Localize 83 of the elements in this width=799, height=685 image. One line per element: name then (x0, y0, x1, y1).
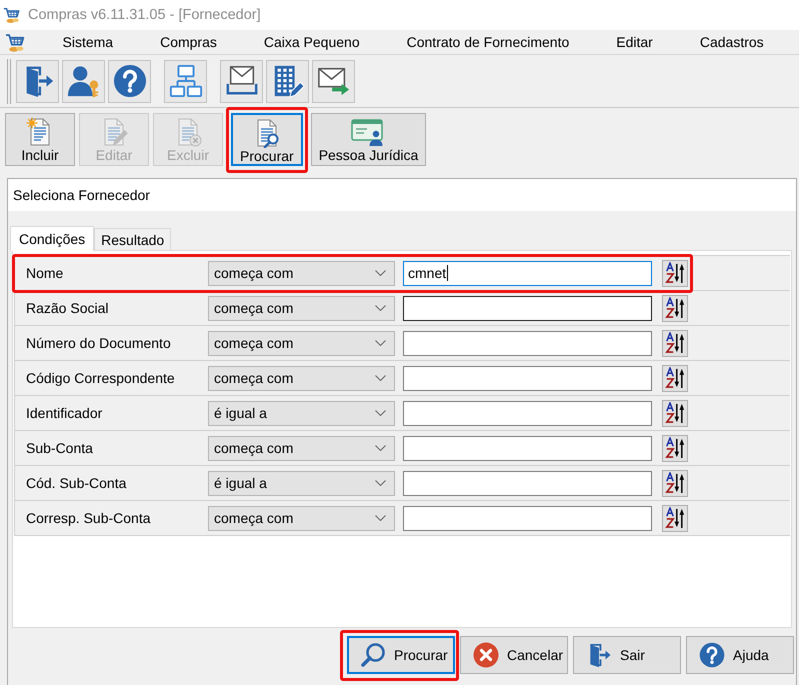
menu-item[interactable]: Caixa Pequeno (264, 33, 360, 51)
menu-item[interactable]: Cadastros (700, 33, 764, 51)
operator-dropdown[interactable]: começa com (208, 436, 395, 460)
chevron-down-icon (375, 480, 386, 486)
input-field[interactable] (403, 330, 652, 356)
input-field[interactable] (403, 506, 652, 530)
input-field[interactable] (403, 436, 652, 460)
sort-button[interactable] (662, 330, 688, 356)
cancel-icon (473, 642, 499, 668)
input-field[interactable] (403, 470, 652, 496)
menu-item[interactable]: Contrato de Fornecimento (406, 33, 570, 51)
field-label: Corresp. Sub-Conta (26, 510, 151, 526)
field-label: Cód. Sub-Conta (26, 475, 126, 491)
inbox-button[interactable] (220, 60, 263, 102)
help-icon (112, 64, 146, 98)
cart-icon (3, 6, 21, 24)
search-icon (360, 642, 386, 668)
send-mail-button[interactable] (312, 60, 355, 102)
sort-az-icon (665, 367, 685, 389)
user-key-icon (66, 64, 100, 98)
field-label: Nome (26, 265, 64, 281)
operator-dropdown[interactable]: começa com (208, 296, 395, 320)
new-button[interactable]: Incluir (5, 113, 75, 166)
chevron-down-icon (375, 270, 386, 276)
menu-item[interactable]: Editar (616, 33, 653, 51)
sort-az-icon (665, 262, 685, 284)
operator-dropdown[interactable]: começa com (208, 366, 395, 390)
operator-dropdown[interactable]: começa com (208, 506, 395, 530)
field-label: Identificador (26, 405, 102, 421)
sort-az-icon (665, 507, 685, 529)
input-field[interactable] (403, 400, 652, 426)
input-field[interactable]: cmnet (403, 260, 652, 286)
sort-az-icon (665, 402, 685, 424)
chevron-down-icon (375, 305, 386, 311)
help-button[interactable]: Ajuda (686, 636, 794, 674)
search-button[interactable]: Procurar (347, 636, 455, 674)
sort-az-icon (665, 437, 685, 459)
cancel-button[interactable]: Cancelar (460, 636, 568, 674)
operator-dropdown[interactable]: começa com (208, 260, 395, 286)
exit-button[interactable]: Sair (573, 636, 681, 674)
field-label: Código Correspondente (26, 370, 175, 386)
tab[interactable]: Resultado (94, 228, 172, 250)
org-chart-icon (168, 64, 202, 98)
user-key-button[interactable] (62, 60, 105, 102)
sort-button[interactable] (662, 400, 688, 426)
org-chart-button[interactable] (164, 60, 207, 102)
cart-icon (5, 32, 26, 52)
menu-item[interactable]: Sistema (62, 33, 114, 51)
window-title: Compras v6.11.31.05 - [Fornecedor] (28, 7, 261, 23)
field-label: Razão Social (26, 300, 108, 316)
text-cursor (447, 265, 448, 281)
operator-dropdown[interactable]: é igual a (208, 470, 395, 496)
exit-button[interactable] (16, 60, 59, 102)
field-label: Número do Documento (26, 335, 171, 351)
input-field[interactable] (403, 296, 652, 320)
sort-az-icon (665, 297, 685, 319)
chevron-down-icon (375, 410, 386, 416)
toolbar-grip[interactable] (7, 58, 11, 104)
search-button[interactable]: Procurar (231, 113, 303, 166)
sort-button[interactable] (662, 260, 688, 286)
chevron-down-icon (375, 445, 386, 451)
input-field[interactable] (403, 366, 652, 390)
id-card-icon (351, 117, 386, 147)
chevron-down-icon (375, 515, 386, 521)
sort-button[interactable] (662, 470, 688, 496)
chevron-down-icon (375, 340, 386, 346)
legal-entity-button[interactable]: Pessoa Jurídica (310, 113, 426, 166)
field-label: Sub-Conta (26, 440, 93, 456)
sort-button[interactable] (662, 294, 688, 322)
sort-az-icon (665, 332, 685, 354)
menu-item[interactable]: Compras (160, 33, 217, 51)
operator-dropdown[interactable]: é igual a (208, 400, 395, 426)
tab[interactable]: Condições (10, 226, 94, 251)
operator-dropdown[interactable]: começa com (208, 330, 395, 356)
sort-button[interactable] (662, 504, 688, 532)
dialog-title: Seleciona Fornecedor (13, 187, 150, 203)
sort-button[interactable] (662, 434, 688, 462)
help-button[interactable] (108, 60, 151, 102)
chevron-down-icon (375, 375, 386, 381)
sort-button[interactable] (662, 364, 688, 392)
sort-az-icon (665, 472, 685, 494)
help-icon (699, 642, 725, 668)
building-edit-button[interactable] (266, 60, 309, 102)
